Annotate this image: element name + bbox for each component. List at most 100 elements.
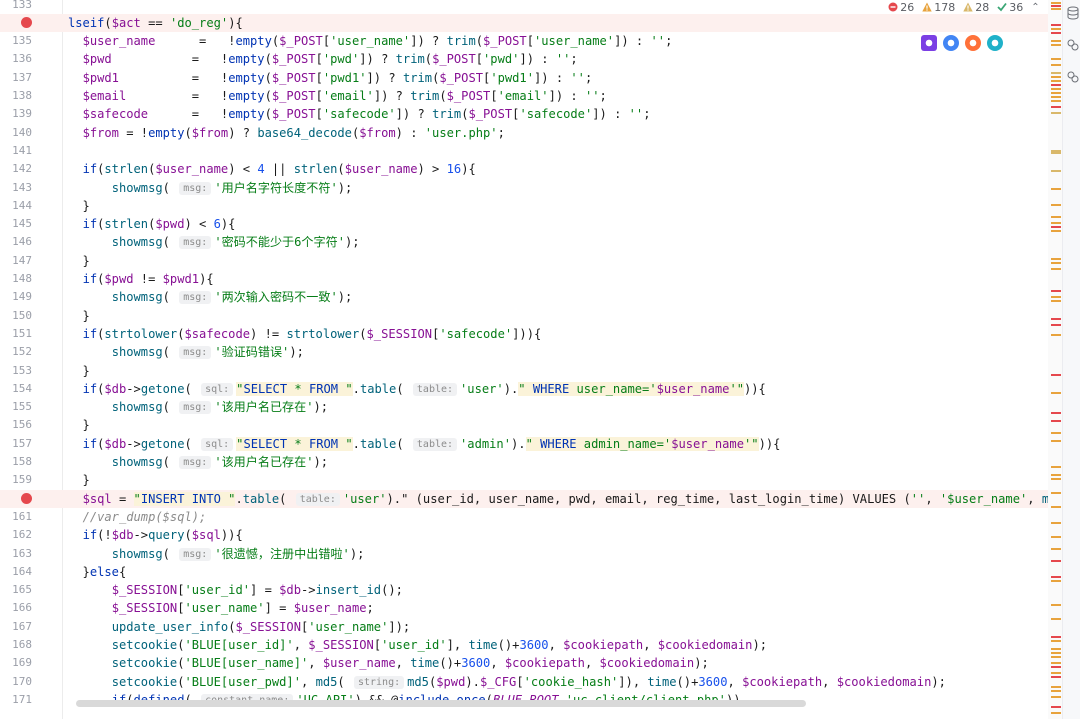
stripe-marker[interactable] — [1051, 560, 1061, 562]
code-line[interactable]: 167 update_user_info($_SESSION['user_nam… — [0, 618, 1048, 636]
stripe-marker[interactable] — [1051, 676, 1061, 678]
stripe-marker[interactable] — [1051, 106, 1061, 108]
stripe-marker[interactable] — [1051, 100, 1061, 102]
stripe-marker[interactable] — [1051, 672, 1061, 674]
code-text[interactable]: showmsg( msg: '很遗憾，注册中出错啦'); — [68, 545, 364, 563]
code-line[interactable]: 165 $_SESSION['user_id'] = $db->insert_i… — [0, 581, 1048, 599]
code-line[interactable]: 144 } — [0, 197, 1048, 215]
stripe-marker[interactable] — [1051, 8, 1061, 10]
code-line[interactable]: 149 showmsg( msg: '两次输入密码不一致'); — [0, 288, 1048, 306]
stripe-marker[interactable] — [1051, 548, 1061, 550]
code-text[interactable]: if(strlen($user_name) < 4 || strlen($use… — [68, 160, 476, 178]
stripe-marker[interactable] — [1051, 576, 1061, 578]
stripe-marker[interactable] — [1051, 412, 1061, 414]
stripe-marker[interactable] — [1051, 666, 1061, 668]
code-line[interactable]: 154 if($db->getone( sql: "SELECT * FROM "… — [0, 380, 1048, 398]
stripe-marker[interactable] — [1051, 5, 1061, 7]
line-number[interactable]: 151 — [0, 325, 32, 343]
line-number[interactable]: 161 — [0, 508, 32, 526]
stripe-marker[interactable] — [1051, 76, 1061, 78]
line-number[interactable]: 168 — [0, 636, 32, 654]
code-line[interactable]: 151 if(strtolower($safecode) != strtolow… — [0, 325, 1048, 343]
stripe-marker[interactable] — [1051, 112, 1061, 114]
edge-icon[interactable] — [987, 35, 1003, 51]
line-number[interactable]: 162 — [0, 526, 32, 544]
code-line[interactable]: 161 //var_dump($sql); — [0, 508, 1048, 526]
code-line[interactable]: 147 } — [0, 252, 1048, 270]
stripe-marker[interactable] — [1051, 374, 1061, 376]
stripe-marker[interactable] — [1051, 648, 1061, 650]
code-line[interactable]: 158 showmsg( msg: '该用户名已存在'); — [0, 453, 1048, 471]
line-number[interactable]: 154 — [0, 380, 32, 398]
line-number[interactable]: 140 — [0, 124, 32, 142]
code-line[interactable]: 145 if(strlen($pwd) < 6){ — [0, 215, 1048, 233]
code-text[interactable]: $_SESSION['user_name'] = $user_name; — [68, 599, 374, 617]
stripe-marker[interactable] — [1051, 32, 1061, 34]
code-text[interactable]: $email = !empty($_POST['email']) ? trim(… — [68, 87, 607, 105]
stripe-marker[interactable] — [1051, 152, 1061, 154]
chevron-up-icon[interactable]: ⌃ — [1031, 2, 1039, 13]
horizontal-scrollbar[interactable] — [76, 700, 806, 707]
stripe-marker[interactable] — [1051, 300, 1061, 302]
error-count[interactable]: 26 — [888, 1, 914, 14]
stripe-marker[interactable] — [1051, 188, 1061, 190]
weak-warning-count[interactable]: 28 — [963, 1, 989, 14]
stripe-marker[interactable] — [1051, 492, 1061, 494]
code-text[interactable]: $sql = "INSERT INTO ".table( table:'user… — [68, 490, 1048, 508]
line-number[interactable]: 163 — [0, 545, 32, 563]
code-line[interactable]: 141 — [0, 142, 1048, 160]
code-line[interactable]: 163 showmsg( msg: '很遗憾，注册中出错啦'); — [0, 545, 1048, 563]
code-text[interactable]: } — [68, 471, 90, 489]
stripe-marker[interactable] — [1051, 44, 1061, 46]
code-text[interactable]: if($pwd != $pwd1){ — [68, 270, 214, 288]
line-number[interactable]: 170 — [0, 673, 32, 691]
code-line[interactable]: 153 } — [0, 362, 1048, 380]
line-number[interactable]: 169 — [0, 654, 32, 672]
line-number[interactable]: 153 — [0, 362, 32, 380]
code-line[interactable]: 137 $pwd1 = !empty($_POST['pwd1']) ? tri… — [0, 69, 1048, 87]
typo-count[interactable]: 36 — [997, 1, 1023, 14]
line-number[interactable]: 152 — [0, 343, 32, 361]
line-number[interactable]: 157 — [0, 435, 32, 453]
stripe-marker[interactable] — [1051, 2, 1061, 4]
code-text[interactable]: $pwd = !empty($_POST['pwd']) ? trim($_PO… — [68, 50, 578, 68]
code-text[interactable]: if(!$db->query($sql)){ — [68, 526, 243, 544]
code-line[interactable]: 139 $safecode = !empty($_POST['safecode'… — [0, 105, 1048, 123]
breakpoint-icon[interactable] — [21, 493, 32, 505]
code-line[interactable]: 138 $email = !empty($_POST['email']) ? t… — [0, 87, 1048, 105]
code-line[interactable]: 155 showmsg( msg: '该用户名已存在'); — [0, 398, 1048, 416]
stripe-marker[interactable] — [1051, 72, 1061, 74]
code-text[interactable]: } — [68, 416, 90, 434]
stripe-marker[interactable] — [1051, 662, 1061, 664]
stripe-marker[interactable] — [1051, 536, 1061, 538]
stripe-marker[interactable] — [1051, 652, 1061, 654]
code-line[interactable]: 136 $pwd = !empty($_POST['pwd']) ? trim(… — [0, 50, 1048, 68]
code-editor[interactable]: 133 lseif($act == 'do_reg'){135 $user_nam… — [0, 0, 1048, 719]
code-line[interactable]: $sql = "INSERT INTO ".table( table:'user… — [0, 489, 1048, 508]
stripe-marker[interactable] — [1051, 640, 1061, 642]
code-text[interactable]: showmsg( msg: '密码不能少于6个字符'); — [68, 233, 360, 251]
stripe-marker[interactable] — [1051, 262, 1061, 264]
line-number[interactable]: 147 — [0, 252, 32, 270]
line-number[interactable]: 164 — [0, 563, 32, 581]
line-number[interactable]: 148 — [0, 270, 32, 288]
line-number[interactable]: 150 — [0, 307, 32, 325]
stripe-marker[interactable] — [1051, 64, 1061, 66]
code-text[interactable]: update_user_info($_SESSION['user_name'])… — [68, 618, 411, 636]
stripe-marker[interactable] — [1051, 712, 1061, 714]
line-number[interactable]: 155 — [0, 398, 32, 416]
stripe-marker[interactable] — [1051, 258, 1061, 260]
stripe-marker[interactable] — [1051, 58, 1061, 60]
line-number[interactable]: 156 — [0, 416, 32, 434]
line-number[interactable]: 149 — [0, 288, 32, 306]
chrome-icon[interactable] — [943, 35, 959, 51]
stripe-marker[interactable] — [1051, 440, 1061, 442]
line-number[interactable]: 158 — [0, 453, 32, 471]
code-text[interactable]: showmsg( msg: '两次输入密码不一致'); — [68, 288, 352, 306]
stripe-marker[interactable] — [1051, 324, 1061, 326]
code-line[interactable]: 135 $user_name = !empty($_POST['user_nam… — [0, 32, 1048, 50]
code-line[interactable]: 152 showmsg( msg: '验证码错误'); — [0, 343, 1048, 361]
ai-chat-icon[interactable] — [1067, 70, 1079, 84]
line-number[interactable]: 146 — [0, 233, 32, 251]
stripe-marker[interactable] — [1051, 618, 1061, 620]
